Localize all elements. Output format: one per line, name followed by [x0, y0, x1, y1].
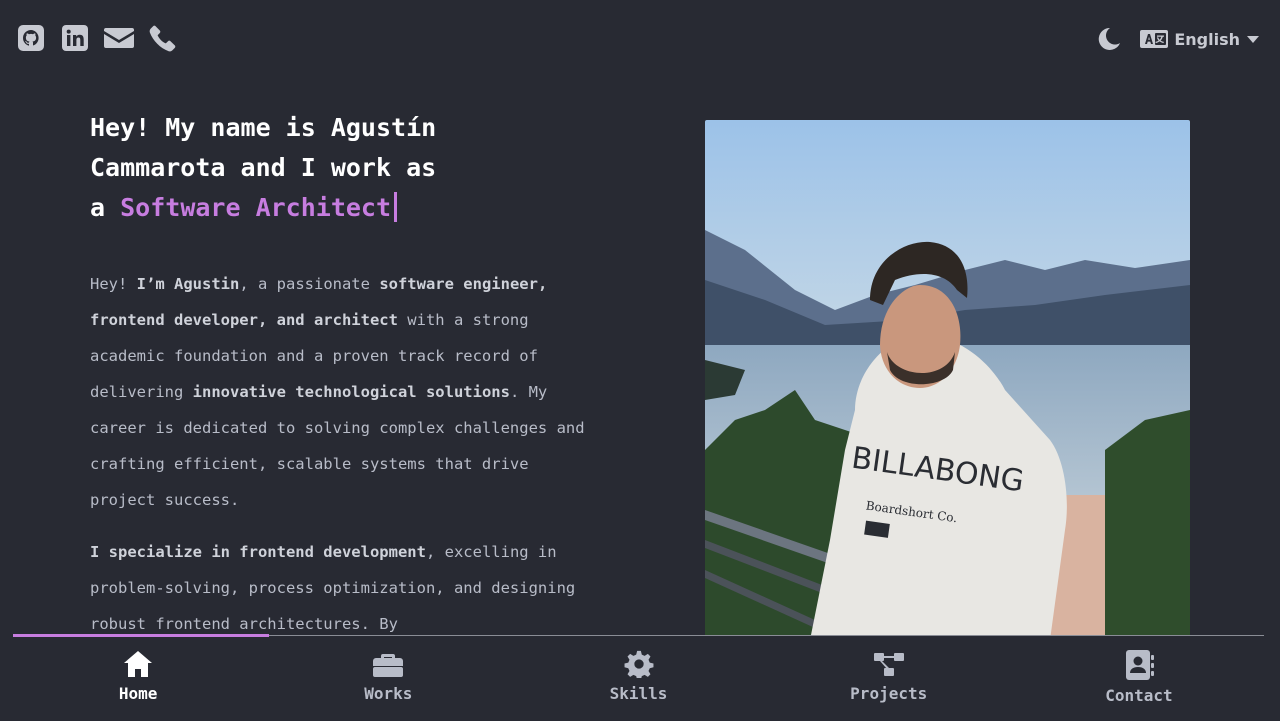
gear-icon — [624, 650, 653, 678]
hero-title-line1: Hey! My name is Agustín — [90, 113, 437, 142]
bio-emphasis: innovative technological solutions — [192, 383, 510, 401]
bio-text: Hey! — [90, 275, 137, 293]
nav-item-skills[interactable]: Skills — [513, 636, 763, 721]
nav-label: Contact — [1105, 686, 1173, 705]
active-tab-indicator — [13, 634, 269, 637]
nav-item-home[interactable]: Home — [13, 636, 263, 721]
hero-title: Hey! My name is Agustín Cammarota and I … — [90, 108, 490, 228]
nav-item-contact[interactable]: Contact — [1014, 636, 1264, 721]
briefcase-icon — [373, 654, 404, 677]
nav-label: Home — [118, 684, 158, 703]
nav-label: Works — [364, 684, 413, 703]
nav-label: Skills — [609, 684, 668, 703]
bio-text: , a passionate — [239, 275, 380, 293]
github-icon[interactable] — [16, 22, 46, 54]
chevron-down-icon — [1247, 36, 1259, 43]
bio-emphasis: I’m Agustin — [136, 275, 240, 293]
bio: Hey! I’m Agustin, a passionate software … — [90, 266, 590, 658]
hero-title-line2: Cammarota and I work as — [90, 153, 437, 182]
home-icon — [124, 651, 153, 677]
bio-paragraph-1: Hey! I’m Agustin, a passionate software … — [90, 266, 590, 518]
phone-icon[interactable] — [148, 22, 178, 54]
nav-item-works[interactable]: Works — [263, 636, 513, 721]
bottom-navigation: Home Works Skills Projects Contact — [13, 634, 1264, 721]
social-links — [16, 22, 178, 54]
linkedin-icon[interactable] — [60, 22, 90, 54]
contact-card-icon — [1125, 650, 1154, 680]
bio-emphasis: I specialize in frontend development — [90, 543, 426, 561]
nav-label: Projects — [850, 684, 928, 703]
bio-text: . My career is dedicated to solving comp… — [90, 383, 585, 509]
bio-paragraph-2: I specialize in frontend development, ex… — [90, 534, 590, 642]
language-selector[interactable]: English — [1140, 30, 1260, 49]
nav-item-projects[interactable]: Projects — [764, 636, 1014, 721]
typing-cursor — [394, 192, 398, 222]
hero-role: Software Architect — [120, 193, 392, 222]
hero-title-prefix: a — [90, 193, 121, 222]
language-label: English — [1174, 29, 1240, 49]
translate-icon — [1140, 30, 1169, 48]
profile-photo: BILLABONG Boardshort Co. — [705, 120, 1190, 640]
header-tools: English — [1096, 26, 1260, 52]
diagram-icon — [873, 653, 904, 676]
top-bar: English — [0, 0, 1280, 80]
moon-icon[interactable] — [1096, 26, 1122, 52]
mail-icon[interactable] — [104, 22, 134, 54]
